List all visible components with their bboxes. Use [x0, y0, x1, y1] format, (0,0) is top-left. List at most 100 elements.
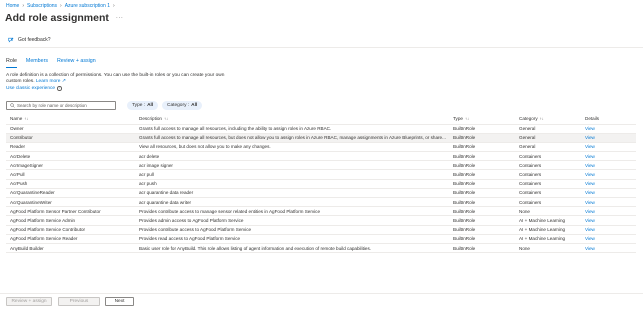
- view-details-link[interactable]: View: [581, 188, 636, 199]
- sort-icon: ↑↓: [24, 116, 29, 122]
- role-category-cell: Containers: [515, 151, 581, 162]
- role-description-cell: acr image signer: [135, 160, 449, 171]
- table-row[interactable]: AcrImageSigner acr image signer BuiltInRol…: [6, 160, 636, 171]
- review-assign-button[interactable]: Review + assign: [6, 297, 52, 306]
- role-type-cell: BuiltInRole: [449, 160, 515, 171]
- table-row[interactable]: AcrQuarantineWriter acr quarantine data w…: [6, 197, 636, 208]
- role-description-cell: acr quarantine data writer: [135, 197, 449, 208]
- classic-experience-link[interactable]: Use classic experience i: [6, 86, 62, 91]
- role-category-cell: None: [515, 206, 581, 217]
- info-icon: i: [57, 86, 62, 91]
- role-type-cell: BuiltInRole: [449, 234, 515, 244]
- role-category-cell: Containers: [515, 160, 581, 171]
- breadcrumb: Home › Subscriptions › Azure subscriptio…: [6, 3, 115, 9]
- table-row[interactable]: AcrQuarantineReader acr quarantine data r…: [6, 188, 636, 199]
- role-name-cell: AcrDelete: [6, 151, 135, 162]
- breadcrumb-home[interactable]: Home: [6, 3, 19, 9]
- role-type-cell: BuiltInRole: [449, 215, 515, 226]
- role-category-cell: Containers: [515, 179, 581, 189]
- footer-divider: [0, 293, 643, 294]
- role-name-cell: AgFood Platform Service Admin: [6, 215, 135, 226]
- title-row: Add role assignment ···: [5, 12, 123, 24]
- column-category-label: Category: [519, 116, 538, 122]
- role-type-cell: BuiltInRole: [449, 243, 515, 254]
- role-description-cell: View all resources, but does not allow y…: [135, 142, 449, 153]
- role-category-cell: General: [515, 142, 581, 153]
- view-details-link[interactable]: View: [581, 225, 636, 235]
- role-name-cell: Contributor: [6, 133, 135, 143]
- role-type-cell: BuiltInRole: [449, 225, 515, 235]
- table-row[interactable]: Owner Grants full access to manage all re…: [6, 124, 636, 134]
- learn-more-label: Learn more: [35, 79, 61, 84]
- table-row[interactable]: AcrPull acr pull BuiltInRole Containers View: [6, 169, 636, 180]
- column-header-category[interactable]: Category ↑↓: [515, 114, 581, 125]
- view-details-link[interactable]: View: [581, 133, 636, 143]
- next-button[interactable]: Next: [105, 297, 134, 306]
- breadcrumb-subscriptions[interactable]: Subscriptions: [27, 3, 57, 9]
- category-filter-label: Category :: [167, 103, 190, 108]
- column-type-label: Type: [453, 116, 463, 122]
- column-description-label: Description: [139, 116, 162, 122]
- search-icon: [10, 103, 15, 108]
- tab-role[interactable]: Role: [6, 58, 17, 68]
- view-details-link[interactable]: View: [581, 151, 636, 162]
- role-category-cell: Containers: [515, 197, 581, 208]
- role-description-cell: Provides contribute access to manage sen…: [135, 206, 449, 217]
- tab-review-assign[interactable]: Review + assign: [57, 58, 96, 67]
- table-row[interactable]: AcrDelete acr delete BuiltInRole Containers…: [6, 151, 636, 162]
- role-category-cell: None: [515, 243, 581, 254]
- more-options-icon[interactable]: ···: [116, 15, 124, 21]
- role-type-cell: BuiltInRole: [449, 169, 515, 180]
- role-name-cell: AcrQuarantineReader: [6, 188, 135, 199]
- role-name-cell: Owner: [6, 124, 135, 134]
- role-description-cell: Grants full access to manage all resourc…: [135, 124, 449, 134]
- breadcrumb-subscription[interactable]: Azure subscription 1: [65, 3, 110, 9]
- view-details-link[interactable]: View: [581, 179, 636, 189]
- view-details-link[interactable]: View: [581, 197, 636, 208]
- view-details-link[interactable]: View: [581, 124, 636, 134]
- table-row[interactable]: AcrPush acr push BuiltInRole Containers View: [6, 179, 636, 189]
- column-header-type[interactable]: Type ↑↓: [449, 114, 515, 125]
- learn-more-link[interactable]: Learn more ↗: [36, 79, 66, 84]
- view-details-link[interactable]: View: [581, 160, 636, 171]
- view-details-link[interactable]: View: [581, 142, 636, 153]
- view-details-link[interactable]: View: [581, 206, 636, 217]
- table-row[interactable]: AgFood Platform Sensor Partner Contribut…: [6, 206, 636, 217]
- role-category-cell: General: [515, 124, 581, 134]
- role-name-cell: AcrQuarantineWriter: [6, 197, 135, 208]
- sort-icon: ↑↓: [539, 116, 544, 122]
- role-category-cell: AI + Machine Learning: [515, 215, 581, 226]
- column-header-description[interactable]: Description ↑↓: [135, 114, 449, 125]
- table-row[interactable]: Contributor Grants full access to manage …: [6, 133, 636, 143]
- table-row[interactable]: AgFood Platform Service Reader Provides r…: [6, 234, 636, 244]
- view-details-link[interactable]: View: [581, 169, 636, 180]
- feedback-button[interactable]: Got feedback?: [8, 37, 51, 43]
- search-input[interactable]: [17, 103, 112, 108]
- role-description-cell: Grants full access to manage all resourc…: [135, 133, 449, 143]
- role-description-cell: Provides admin access to AgFood Platform…: [135, 215, 449, 226]
- column-header-name[interactable]: Name ↑↓: [6, 114, 135, 125]
- category-filter-pill[interactable]: Category : All: [162, 101, 203, 110]
- view-details-link[interactable]: View: [581, 234, 636, 244]
- role-category-cell: Containers: [515, 188, 581, 199]
- role-name-cell: AcrImageSigner: [6, 160, 135, 171]
- breadcrumb-separator-icon: ›: [60, 3, 62, 9]
- table-body: Owner Grants full access to manage all re…: [6, 124, 636, 254]
- previous-button[interactable]: Previous: [58, 297, 100, 306]
- role-description-cell: acr quarantine data reader: [135, 188, 449, 199]
- table-header-row: Name ↑↓ Description ↑↓ Type ↑↓ Category ↑↓ D…: [6, 114, 636, 125]
- table-row[interactable]: AnyBuild Builder Basic user role for AnyB…: [6, 243, 636, 254]
- role-category-cell: AI + Machine Learning: [515, 225, 581, 235]
- view-details-link[interactable]: View: [581, 243, 636, 254]
- breadcrumb-separator-icon: ›: [22, 3, 25, 9]
- search-box[interactable]: [6, 101, 116, 110]
- role-description-cell: Provides read access to AgFood Platform …: [135, 234, 449, 244]
- page-title: Add role assignment: [5, 12, 109, 24]
- table-row[interactable]: AgFood Platform Service Admin Provides ad…: [6, 215, 636, 226]
- table-row[interactable]: AgFood Platform Service Contributor Provi…: [6, 225, 636, 235]
- table-row[interactable]: Reader View all resources, but does not a…: [6, 142, 636, 153]
- view-details-link[interactable]: View: [581, 215, 636, 226]
- type-filter-pill[interactable]: Type : All: [127, 101, 159, 110]
- role-name-cell: AcrPull: [6, 169, 135, 180]
- tab-members[interactable]: Members: [26, 58, 48, 67]
